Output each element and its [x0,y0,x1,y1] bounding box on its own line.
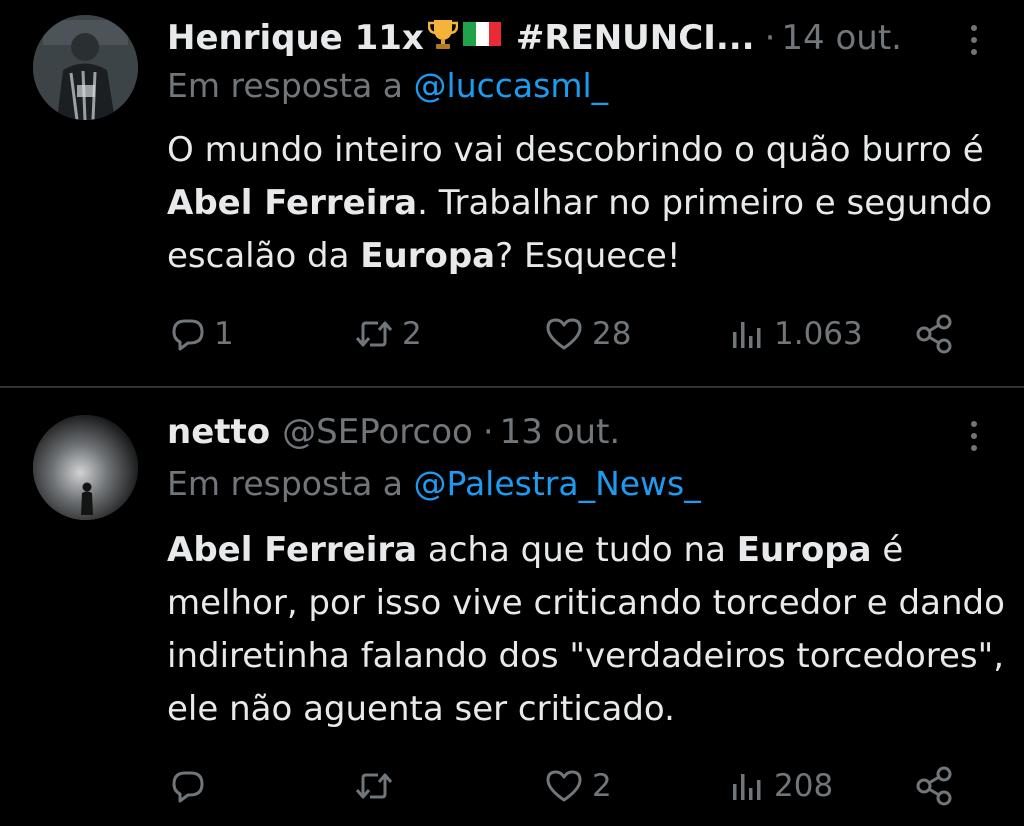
reply-icon [172,319,204,351]
retweet-button[interactable]: 2 [354,306,422,362]
retweet-icon [355,773,393,799]
separator-dot: · [764,18,776,58]
share-button[interactable] [914,758,964,814]
tweet[interactable]: netto @SEPorcoo · 13 out. Em resposta a … [0,388,1024,826]
tweet-text-part: O mundo inteiro vai descobrindo o quão b… [167,130,984,170]
views-count: 1.063 [774,316,863,352]
tweet-text-bold: Europa [736,530,872,570]
avatar-photo [33,415,138,520]
tweet-text-bold: Abel Ferreira [167,530,418,570]
italy-flag-icon [462,18,502,58]
display-name-suffix[interactable]: #RENUNCI... [516,18,755,58]
like-count: 28 [592,316,632,352]
share-icon [916,314,952,354]
share-icon [916,766,952,806]
reply-button[interactable]: 1 [170,306,234,362]
tweet-date[interactable]: 13 out. [500,412,621,452]
avatar-photo [33,15,138,120]
retweet-count: 2 [402,316,422,352]
tweet-text: Abel Ferreira acha que tudo na Europa é … [167,524,1007,736]
avatar[interactable] [33,415,138,520]
heart-icon [546,770,582,802]
heart-icon [546,318,582,350]
like-count: 2 [592,768,612,804]
more-vertical-icon[interactable] [964,22,984,58]
tweet-header: Henrique 11x #RENUNCI... · 14 out. [167,14,902,62]
tweet-text-part: ? Esquece! [495,236,681,276]
like-button[interactable]: 2 [544,758,612,814]
avatar[interactable] [33,15,138,120]
reply-prefix: Em resposta a [167,66,404,105]
more-vertical-icon[interactable] [964,418,984,454]
tweet-text: O mundo inteiro vai descobrindo o quão b… [167,124,1007,283]
reply-count: 1 [214,316,234,352]
action-bar: 2 208 [0,758,1024,814]
reply-prefix: Em resposta a [167,464,404,503]
tweet-text-bold: Abel Ferreira [167,183,418,223]
user-handle[interactable]: @SEPorcoo [282,412,473,452]
trophy-icon [427,17,459,60]
tweet-header: netto @SEPorcoo · 13 out. [167,408,620,456]
reply-button[interactable] [170,758,214,814]
share-button[interactable] [914,306,964,362]
tweet[interactable]: Henrique 11x #RENUNCI... · 14 out. Em re… [0,0,1024,386]
views-button[interactable]: 208 [728,758,833,814]
views-count: 208 [774,768,834,804]
action-bar: 1 2 28 1.063 [0,306,1024,362]
tweet-text-bold: Europa [360,236,496,276]
reply-context: Em resposta a @luccasml_ [167,66,608,105]
reply-mention-link[interactable]: @luccasml_ [414,66,609,105]
display-name[interactable]: Henrique 11x [167,18,424,58]
retweet-button[interactable] [354,758,402,814]
reply-icon [172,771,204,803]
views-icon [733,322,761,348]
views-button[interactable]: 1.063 [728,306,863,362]
views-icon [733,774,761,800]
display-name[interactable]: netto [167,412,270,452]
retweet-icon [355,321,393,347]
tweet-text-part: acha que tudo na [417,530,737,570]
like-button[interactable]: 28 [544,306,631,362]
separator-dot: · [482,412,494,452]
reply-mention-link[interactable]: @Palestra_News_ [414,464,701,503]
tweet-date[interactable]: 14 out. [781,18,902,58]
reply-context: Em resposta a @Palestra_News_ [167,464,701,503]
